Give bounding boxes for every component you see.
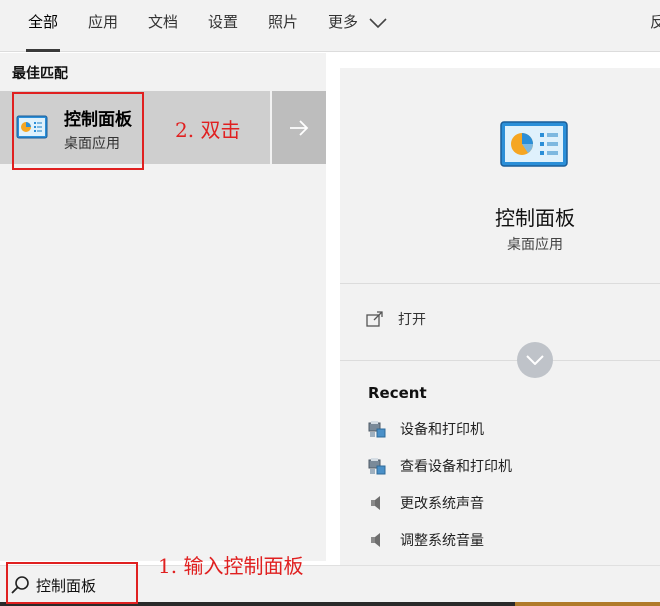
divider (340, 283, 660, 284)
search-input[interactable]: 控制面板 (36, 575, 96, 596)
control-panel-icon (16, 115, 48, 139)
recent-item[interactable]: 更改系统声音 (368, 492, 484, 514)
devices-printers-icon (368, 458, 386, 475)
recent-item[interactable]: 查看设备和打印机 (368, 455, 512, 477)
tab-apps[interactable]: 应用 (74, 0, 132, 52)
chevron-down-icon (369, 17, 387, 28)
tab-feedback-cut[interactable]: 反 (650, 0, 660, 44)
best-match-name: 控制面板 (64, 110, 132, 130)
taskbar-edge-highlight (515, 602, 660, 606)
best-match-heading: 最佳匹配 (12, 66, 68, 82)
details-app-name: 控制面板 (495, 206, 575, 230)
tab-documents-label: 文档 (148, 13, 179, 31)
expand-details-button[interactable] (272, 91, 326, 164)
recent-item[interactable]: 设备和打印机 (368, 418, 484, 440)
arrow-right-icon (290, 119, 309, 136)
tab-all-label: 全部 (28, 13, 59, 31)
tab-apps-label: 应用 (88, 13, 119, 31)
annotation-step1: 1. 输入控制面板 (158, 554, 304, 578)
search-icon (11, 576, 29, 594)
tab-documents[interactable]: 文档 (134, 0, 192, 52)
search-filter-tabbar: 全部 应用 文档 设置 照片 更多 反 (0, 0, 660, 52)
search-bar[interactable]: 控制面板 (0, 565, 660, 606)
tab-all[interactable]: 全部 (14, 0, 72, 52)
details-app-type: 桌面应用 (507, 237, 563, 253)
tab-settings[interactable]: 设置 (194, 0, 252, 52)
recent-item-label: 查看设备和打印机 (400, 459, 512, 475)
recent-item[interactable]: 调整系统音量 (368, 529, 484, 551)
recent-item-label: 设备和打印机 (400, 422, 484, 438)
best-match-type: 桌面应用 (64, 136, 120, 152)
open-action[interactable]: 打开 (366, 308, 426, 330)
recent-item-label: 更改系统声音 (400, 496, 484, 512)
tab-photos-label: 照片 (268, 13, 299, 31)
devices-printers-icon (368, 421, 386, 438)
tab-settings-label: 设置 (208, 13, 239, 31)
open-label: 打开 (398, 312, 426, 328)
annotation-step2: 2. 双击 (175, 118, 241, 142)
taskbar-edge (0, 602, 660, 606)
speaker-icon (371, 496, 380, 510)
show-more-button[interactable] (517, 342, 553, 378)
tab-more[interactable]: 更多 (314, 0, 401, 52)
details-pane: 控制面板 桌面应用 打开 Recent 设备和打印机 查看设备和打印机 更改系统… (340, 68, 660, 565)
recent-item-label: 调整系统音量 (400, 533, 484, 549)
tab-more-label: 更多 (328, 13, 359, 31)
divider (340, 360, 660, 361)
control-panel-large-icon (500, 121, 568, 167)
tab-photos[interactable]: 照片 (254, 0, 312, 52)
details-header: 控制面板 桌面应用 (340, 68, 660, 283)
results-pane: 最佳匹配 控制面板 桌面应用 (0, 53, 326, 561)
open-external-icon (366, 311, 383, 327)
recent-heading: Recent (368, 384, 427, 402)
chevron-down-icon (526, 355, 544, 365)
speaker-icon (371, 533, 380, 547)
